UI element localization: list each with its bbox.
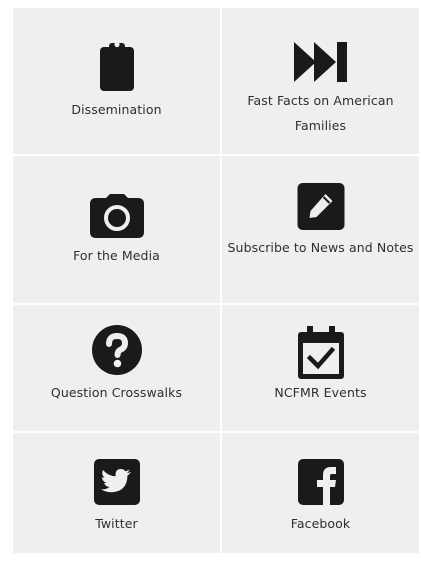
tile-ncfmr-events[interactable]: NCFMR Events [222,305,419,431]
clipboard-icon [99,41,134,91]
tile-label: NCFMR Events [274,385,367,400]
calendar-check-icon [297,326,344,379]
tile-twitter[interactable]: Twitter [13,433,220,553]
link-tile-grid: Dissemination Fast Facts on American Fam… [13,8,419,553]
tile-fast-facts[interactable]: Fast Facts on American Families [222,8,419,154]
tile-facebook[interactable]: Facebook [222,433,419,553]
pencil-square-icon [297,183,344,230]
tile-for-the-media[interactable]: For the Media [13,156,220,303]
facebook-icon [297,459,344,505]
tile-label: Twitter [95,516,138,531]
tile-label: Facebook [290,516,351,531]
tile-subscribe[interactable]: Subscribe to News and Notes [222,156,419,303]
tile-label: Question Crosswalks [50,385,183,400]
camera-icon [89,194,144,238]
question-circle-icon [91,325,142,375]
tile-label: Subscribe to News and Notes [227,240,414,255]
tile-label: Fast Facts on American Families [247,93,394,133]
tile-dissemination[interactable]: Dissemination [13,8,220,154]
fast-forward-icon [293,42,348,82]
twitter-icon [93,459,140,505]
tile-question-crosswalks[interactable]: Question Crosswalks [13,305,220,431]
tile-label: Dissemination [71,102,162,117]
tile-label: For the Media [73,248,160,263]
